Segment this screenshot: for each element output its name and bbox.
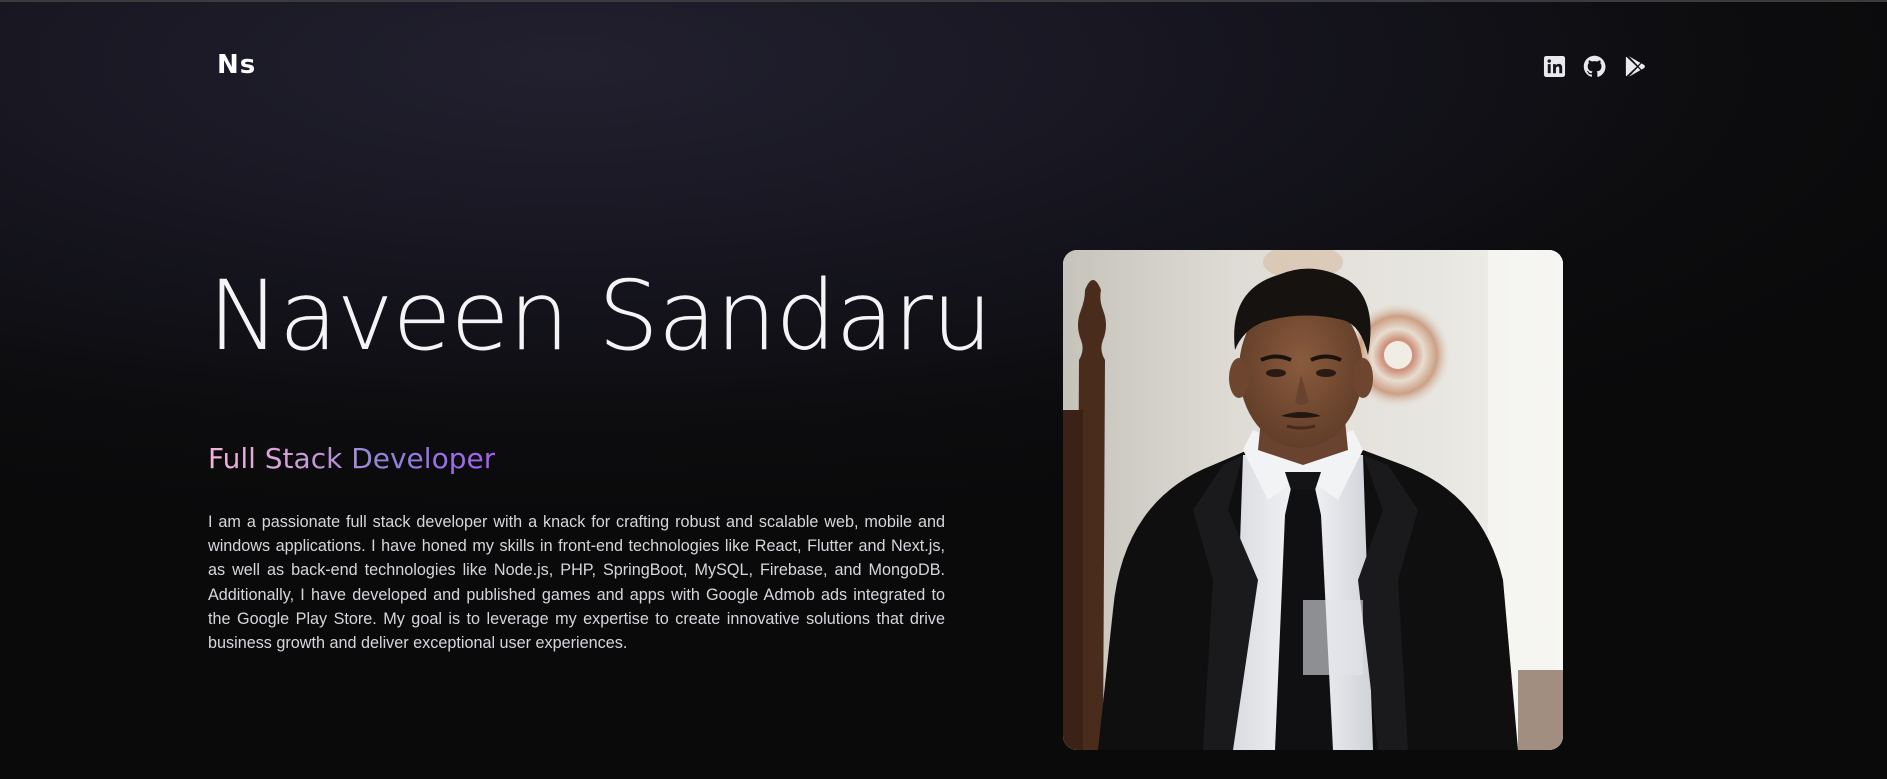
github-icon [1583, 55, 1606, 77]
google-play-link[interactable] [1623, 55, 1646, 78]
hero-name: Naveen Sandaru [208, 260, 993, 372]
social-links [1543, 55, 1646, 78]
linkedin-icon [1543, 55, 1566, 78]
site-logo[interactable]: Ns [217, 50, 256, 80]
portrait-photo [1063, 250, 1563, 750]
top-border [0, 0, 1887, 2]
linkedin-link[interactable] [1543, 55, 1566, 78]
hero-role: Full Stack Developer [208, 442, 496, 475]
google-play-icon [1625, 56, 1645, 77]
github-link[interactable] [1583, 55, 1606, 78]
hero-bio: I am a passionate full stack developer w… [208, 513, 945, 653]
